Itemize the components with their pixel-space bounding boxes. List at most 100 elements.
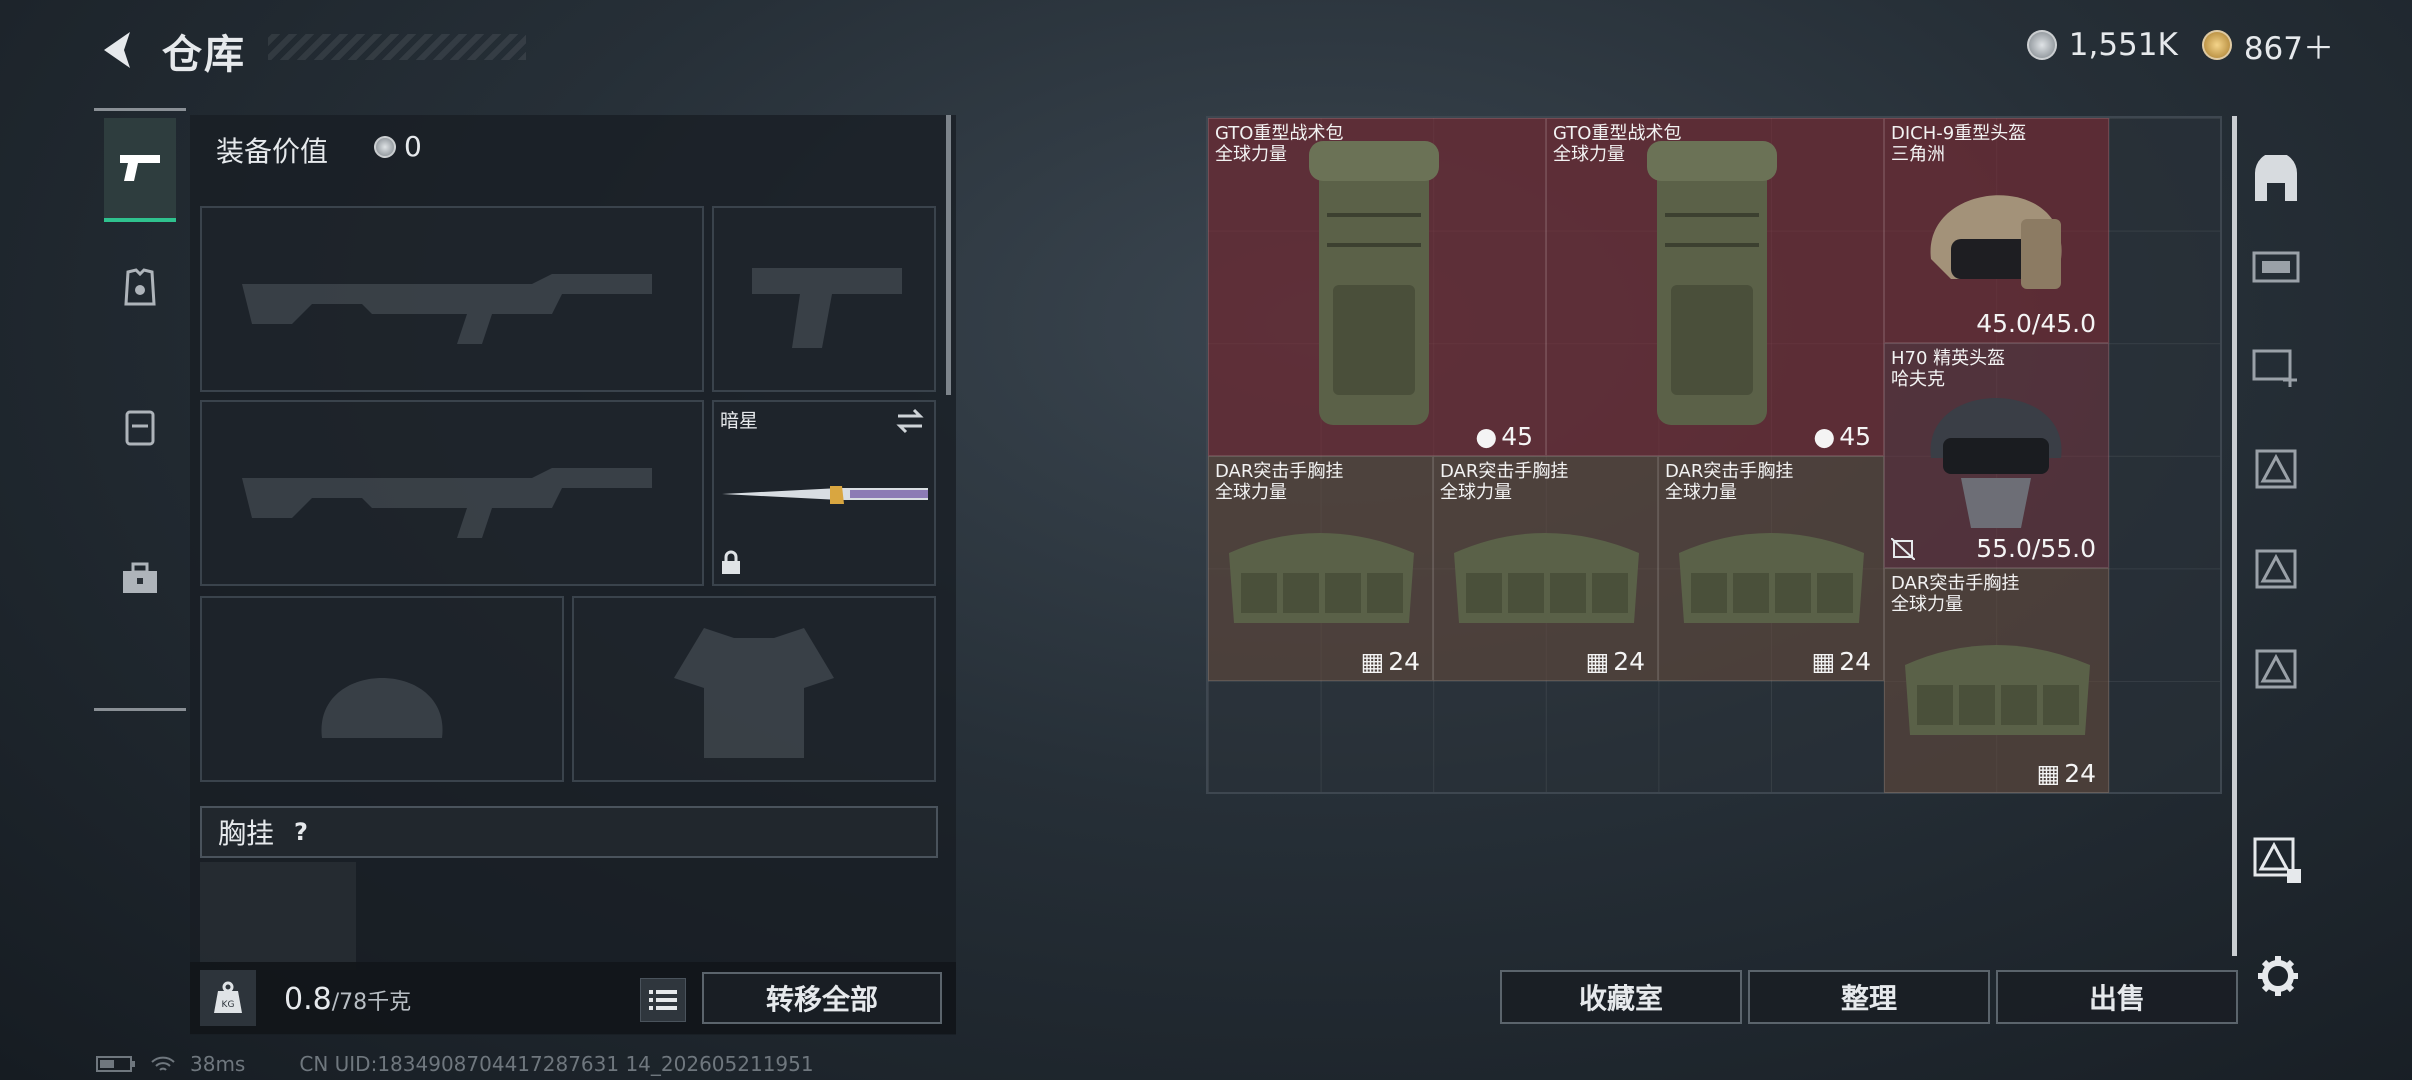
back-button[interactable] bbox=[92, 24, 140, 76]
equipment-value-label: 装备价值 bbox=[216, 135, 329, 168]
wifi-icon bbox=[151, 1056, 175, 1071]
organize-button[interactable]: 整理 bbox=[1748, 970, 1990, 1024]
kg-badge-text: KG bbox=[222, 1000, 235, 1010]
stash-triangle-icon bbox=[2255, 549, 2297, 589]
stash-item-backpack[interactable]: GTO重型战术包 全球力量 ● 45 bbox=[1208, 118, 1546, 456]
stash-item-helmet[interactable]: DICH-9重型头盔 三角洲 45.0/45.0 bbox=[1884, 118, 2109, 343]
rifle-silhouette-icon bbox=[242, 274, 652, 344]
helmet-slot[interactable] bbox=[200, 596, 564, 782]
gold-coin-icon bbox=[2201, 30, 2232, 60]
durability: 45.0/45.0 bbox=[1976, 309, 2096, 338]
lock-icon bbox=[722, 550, 740, 574]
item-stat: ● 45 bbox=[1813, 422, 1871, 451]
nav-divider bbox=[94, 708, 186, 711]
silver-coin-icon bbox=[374, 135, 396, 158]
vest-label: 胸挂 bbox=[218, 817, 275, 850]
durability: 55.0/55.0 bbox=[1976, 534, 2096, 563]
pistol-slot[interactable] bbox=[712, 206, 936, 392]
melee-slot[interactable]: 暗星 bbox=[712, 400, 936, 586]
backpack-image bbox=[1309, 141, 1439, 425]
backpack-image bbox=[1647, 141, 1777, 425]
vest-image bbox=[1679, 533, 1864, 623]
item-name: DAR突击手胸挂 全球力量 bbox=[1665, 461, 1794, 503]
stash-page-3-tab[interactable] bbox=[2248, 440, 2304, 496]
page-title: 仓库 bbox=[162, 32, 246, 78]
weight-max: /78千克 bbox=[331, 990, 412, 1015]
armor-icon bbox=[124, 268, 156, 306]
ping: 38ms bbox=[190, 1052, 246, 1076]
nav-divider-top bbox=[94, 108, 186, 111]
stash-page-1-tab[interactable] bbox=[2248, 236, 2304, 292]
stash-page-5-tab[interactable] bbox=[2248, 640, 2304, 696]
stash-page-4-tab[interactable] bbox=[2248, 540, 2304, 596]
pistol-silhouette-icon bbox=[752, 268, 902, 348]
stash-page-add-tab[interactable] bbox=[2248, 336, 2304, 392]
nav-weapons-tab[interactable] bbox=[104, 118, 176, 222]
item-stat: ▦ 24 bbox=[1811, 647, 1871, 676]
stash-home-icon bbox=[2255, 155, 2297, 201]
vest-image bbox=[1454, 533, 1639, 623]
toolbox-icon bbox=[123, 562, 157, 593]
add-stash-icon bbox=[2252, 349, 2297, 387]
stash-item-vest[interactable]: DAR突击手胸挂 全球力量 ▦ 24 bbox=[1433, 456, 1658, 681]
sell-button[interactable]: 出售 bbox=[1996, 970, 2238, 1024]
battery-icon bbox=[96, 1056, 135, 1072]
list-view-button[interactable] bbox=[640, 978, 686, 1022]
stash-triangle-icon bbox=[2255, 649, 2297, 689]
item-stat: ▦ 24 bbox=[2036, 759, 2096, 788]
uid: CN UID:1834908704417287631 14_2026052119… bbox=[299, 1052, 814, 1076]
helmet-image bbox=[1930, 195, 2062, 289]
silver-coin-icon bbox=[2026, 30, 2057, 60]
secondary-weapon-slot[interactable] bbox=[200, 400, 704, 586]
vest-slot[interactable] bbox=[200, 862, 356, 970]
armor-slot[interactable] bbox=[572, 596, 936, 782]
gear-icon bbox=[2258, 956, 2298, 996]
stash-all-tab[interactable] bbox=[2248, 152, 2304, 208]
gold-amount: 867＋ bbox=[2243, 30, 2334, 67]
nav-backpack-tab[interactable] bbox=[104, 528, 176, 628]
stash-scrollbar[interactable] bbox=[2232, 116, 2237, 956]
collection-room-button[interactable]: 收藏室 bbox=[1500, 970, 1742, 1024]
stash-item-vest[interactable]: DAR突击手胸挂 全球力量 ▦ 24 bbox=[1884, 568, 2109, 793]
item-name: DAR突击手胸挂 全球力量 bbox=[1891, 573, 2020, 615]
stash-triangle-icon bbox=[2253, 837, 2301, 883]
equipment-value-amount: 0 bbox=[404, 130, 422, 163]
backpack-capacity-icon: ● bbox=[1813, 422, 1836, 451]
stash-item-vest[interactable]: DAR突击手胸挂 全球力量 ▦ 24 bbox=[1658, 456, 1884, 681]
helmet-image bbox=[1930, 398, 2062, 528]
vest-image bbox=[1229, 533, 1414, 623]
helmet-silhouette-icon bbox=[321, 678, 443, 738]
stash-grid: GTO重型战术包 全球力量 ● 45 GTO重型战术包 全球力量 ● 45 DICH-9… bbox=[1206, 116, 2222, 794]
vest-capacity-icon: ▦ bbox=[1811, 647, 1836, 676]
stash-page-icon bbox=[2252, 251, 2300, 283]
knife-icon bbox=[722, 486, 928, 504]
item-stat: ▦ 24 bbox=[1585, 647, 1645, 676]
swap-icon bbox=[896, 408, 924, 434]
melee-name: 暗星 bbox=[720, 410, 759, 432]
loadout-scrollbar[interactable] bbox=[946, 115, 951, 395]
rifle-silhouette-icon bbox=[242, 468, 652, 538]
primary-weapon-slot[interactable] bbox=[200, 206, 704, 392]
vest-section-header: 胸挂 ? bbox=[200, 806, 938, 858]
transfer-all-button[interactable]: 转移全部 bbox=[702, 972, 942, 1024]
vest-icon bbox=[125, 410, 155, 446]
weight-current: 0.8 bbox=[284, 982, 332, 1017]
weight-kg-icon: KG bbox=[200, 970, 256, 1026]
title-decoration bbox=[268, 34, 526, 60]
left-category-nav bbox=[94, 108, 186, 712]
stash-page-locked-tab[interactable] bbox=[2248, 830, 2304, 886]
stash-item-backpack[interactable]: GTO重型战术包 全球力量 ● 45 bbox=[1546, 118, 1884, 456]
stash-item-vest[interactable]: DAR突击手胸挂 全球力量 ▦ 24 bbox=[1208, 456, 1433, 681]
vest-capacity-icon: ▦ bbox=[2036, 759, 2061, 788]
settings-button[interactable] bbox=[2254, 952, 2302, 1000]
help-icon[interactable]: ? bbox=[286, 817, 316, 847]
list-icon bbox=[649, 990, 677, 1010]
currency-display[interactable]: 1,551K 867＋ bbox=[2026, 26, 2334, 67]
nav-vest-tab[interactable] bbox=[104, 378, 176, 478]
weight-readout: 0.8/78千克 bbox=[284, 982, 411, 1017]
vest-capacity-icon: ▦ bbox=[1360, 647, 1385, 676]
stash-page-nav bbox=[2244, 140, 2308, 1000]
stash-item-helmet[interactable]: H70 精英头盔 哈夫克 55.0/55.0 bbox=[1884, 343, 2109, 568]
vest-image bbox=[1905, 645, 2090, 735]
nav-helmet-armor-tab[interactable] bbox=[104, 238, 176, 338]
